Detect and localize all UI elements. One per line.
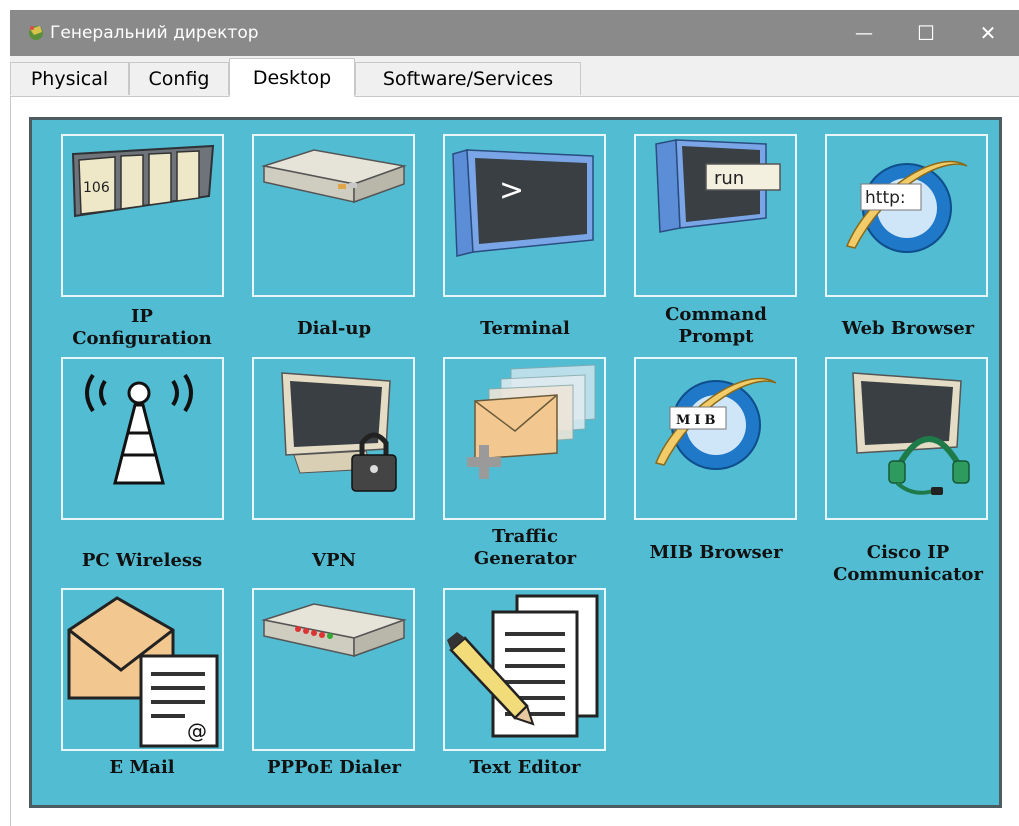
- tab-physical[interactable]: Physical: [10, 62, 129, 95]
- pppoe-dialer-icon: [261, 603, 407, 658]
- terminal-prompt-text: >: [499, 173, 524, 208]
- terminal-icon: >: [452, 149, 594, 257]
- run-badge-text: run: [714, 168, 744, 189]
- app-label: PC Wireless: [81, 550, 203, 571]
- close-button[interactable]: ✕: [965, 10, 1011, 56]
- minimize-button[interactable]: —: [841, 10, 887, 56]
- app-label: Command Prompt: [665, 304, 767, 347]
- app-label: Web Browser: [841, 318, 975, 339]
- command-prompt-icon: run: [655, 139, 781, 233]
- command-prompt-tile[interactable]: run: [634, 134, 797, 297]
- dial-up-tile[interactable]: [252, 134, 415, 297]
- ip-badge-text: 106: [83, 180, 110, 196]
- mib-browser-icon: MIB: [654, 377, 777, 470]
- mib-badge-text: MIB: [676, 413, 719, 428]
- tab-software-services[interactable]: Software/Services: [355, 62, 581, 95]
- app-label: Dial-up: [296, 318, 372, 339]
- text-editor-icon: [447, 594, 599, 738]
- vpn-lock-icon: [281, 372, 397, 492]
- app-label: PPPoE Dialer: [267, 757, 401, 778]
- app-label: Cisco IP Communicator: [833, 542, 983, 585]
- web-browser-icon: http:: [845, 160, 968, 253]
- app-label: Traffic Generator: [473, 526, 577, 569]
- at-badge-text: @: [187, 719, 207, 743]
- email-icon: @: [67, 596, 219, 748]
- ip-config-icon: 106: [71, 144, 215, 218]
- app-icon: [29, 26, 43, 40]
- headset-icon: [852, 372, 970, 495]
- mib-browser-tile[interactable]: MIB: [634, 357, 797, 520]
- window-title: Генеральний директор: [50, 23, 259, 43]
- ip-configuration-tile[interactable]: 106: [61, 134, 224, 297]
- email-tile[interactable]: @: [61, 588, 224, 751]
- http-badge-text: http:: [865, 188, 906, 208]
- tab-desktop[interactable]: Desktop: [229, 58, 355, 97]
- app-label: E Mail: [109, 757, 175, 778]
- app-label: Terminal: [480, 318, 570, 339]
- app-label: IP Configuration: [72, 306, 212, 349]
- vpn-tile[interactable]: [252, 357, 415, 520]
- maximize-button[interactable]: ☐: [903, 10, 949, 56]
- traffic-generator-icon: [467, 364, 596, 479]
- wireless-tower-icon: [85, 373, 193, 485]
- desktop-panel: 106 > run http: IP Configuration Dial-up…: [29, 117, 1002, 808]
- title-bar: Генеральний директор — ☐ ✕: [10, 10, 1019, 56]
- pc-wireless-tile[interactable]: [61, 357, 224, 520]
- app-label: MIB Browser: [649, 542, 783, 563]
- modem-icon: [261, 149, 407, 204]
- traffic-generator-tile[interactable]: [443, 357, 606, 520]
- tab-bar: Physical Config Desktop Software/Service…: [10, 56, 1019, 97]
- app-label: VPN: [312, 550, 356, 571]
- app-label: Text Editor: [469, 757, 581, 778]
- text-editor-tile[interactable]: [443, 588, 606, 751]
- cisco-ip-communicator-tile[interactable]: [825, 357, 988, 520]
- pppoe-dialer-tile[interactable]: [252, 588, 415, 751]
- terminal-tile[interactable]: >: [443, 134, 606, 297]
- tab-config[interactable]: Config: [129, 62, 229, 95]
- web-browser-tile[interactable]: http:: [825, 134, 988, 297]
